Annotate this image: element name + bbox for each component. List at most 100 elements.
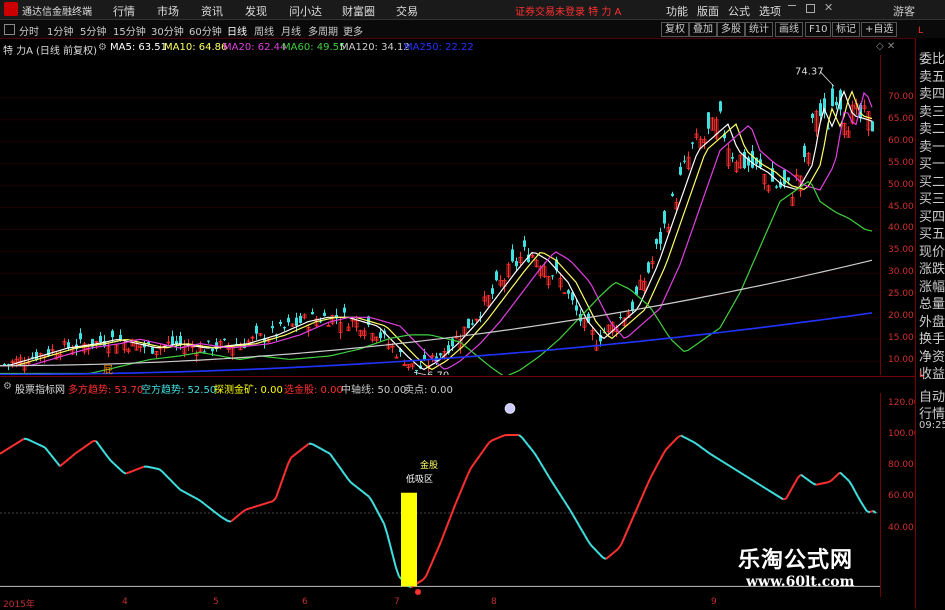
chart-collapse-icon[interactable]: ◇ ✕ bbox=[876, 41, 895, 52]
ma-line bbox=[0, 92, 872, 370]
trend-segment bbox=[105, 453, 108, 457]
quote-field[interactable]: 外盘 bbox=[919, 311, 945, 330]
candle-body bbox=[775, 186, 778, 187]
period-weekly[interactable]: 周线 bbox=[254, 23, 274, 38]
trend-segment bbox=[3, 450, 6, 452]
period-60min[interactable]: 60分钟 bbox=[189, 23, 222, 38]
indicator-settings-icon[interactable]: ⚙ bbox=[3, 381, 12, 392]
quote-field[interactable]: 卖四 bbox=[919, 83, 945, 102]
quote-field[interactable]: 总量 bbox=[919, 293, 945, 312]
maximize-icon[interactable] bbox=[806, 4, 815, 13]
guest-badge[interactable]: 游客 bbox=[893, 3, 915, 19]
btn-zixuan[interactable]: +自选 bbox=[861, 22, 897, 37]
trend-segment bbox=[42, 446, 45, 447]
period-monthly[interactable]: 月线 bbox=[281, 23, 301, 38]
trend-segment bbox=[678, 436, 681, 438]
trend-segment bbox=[168, 477, 171, 480]
trend-segment bbox=[729, 466, 732, 468]
quote-field[interactable]: 现价 bbox=[919, 241, 945, 260]
trend-segment bbox=[249, 508, 252, 509]
menu-wenxiaoda[interactable]: 问小达 bbox=[289, 3, 322, 19]
quote-field[interactable]: 换手 bbox=[919, 328, 945, 347]
menu-gongneng[interactable]: 功能 bbox=[666, 3, 688, 19]
menu-jiaoyi[interactable]: 交易 bbox=[396, 3, 418, 19]
btn-duogu[interactable]: 多股 bbox=[717, 22, 745, 37]
candle-body bbox=[511, 249, 514, 261]
trend-segment bbox=[528, 445, 531, 449]
quote-field[interactable]: 买二 bbox=[919, 171, 945, 190]
trend-segment bbox=[624, 531, 627, 538]
period-15min[interactable]: 15分钟 bbox=[113, 23, 146, 38]
period-fenshi[interactable]: 分时 bbox=[19, 23, 39, 38]
period-5min[interactable]: 5分钟 bbox=[80, 23, 106, 38]
btn-diejia[interactable]: 叠加 bbox=[689, 22, 717, 37]
close-icon[interactable]: ✕ bbox=[824, 1, 833, 14]
btn-f10[interactable]: F10 bbox=[805, 22, 831, 37]
trend-segment bbox=[180, 490, 183, 492]
menu-xuanxiang[interactable]: 选项 bbox=[759, 3, 781, 19]
trend-segment bbox=[747, 477, 750, 479]
trend-segment bbox=[54, 459, 57, 463]
x-label: 6 bbox=[302, 597, 308, 607]
menu-banmian[interactable]: 版面 bbox=[697, 3, 719, 19]
menu-caifuquan[interactable]: 财富圈 bbox=[342, 3, 375, 19]
period-30min[interactable]: 30分钟 bbox=[151, 23, 184, 38]
quote-field[interactable]: 卖一 bbox=[919, 136, 945, 155]
quote-side-panel: L 委比卖五卖四卖三卖二卖一买一买二买三买四买五现价涨跌涨幅总量外盘换手净资收益… bbox=[915, 38, 945, 609]
menu-shichang[interactable]: 市场 bbox=[157, 3, 179, 19]
btn-huaxian[interactable]: 画线 bbox=[775, 22, 803, 37]
quote-field[interactable]: 买三 bbox=[919, 188, 945, 207]
trend-segment bbox=[129, 471, 132, 472]
trend-segment bbox=[687, 439, 690, 441]
trend-segment bbox=[72, 454, 75, 456]
trend-segment bbox=[90, 441, 93, 443]
quote-field[interactable]: 涨跌 bbox=[919, 258, 945, 277]
quote-field[interactable]: 买五 bbox=[919, 223, 945, 242]
quote-field[interactable]: 卖三 bbox=[919, 101, 945, 120]
toolbar-grid-icon[interactable] bbox=[4, 24, 15, 35]
candle-body bbox=[567, 290, 570, 293]
candle-body bbox=[743, 152, 746, 168]
btn-tongji[interactable]: 统计 bbox=[745, 22, 773, 37]
trend-segment bbox=[789, 488, 792, 493]
trend-segment bbox=[174, 484, 177, 487]
period-1min[interactable]: 1分钟 bbox=[47, 23, 73, 38]
quote-field[interactable]: 涨幅 bbox=[919, 276, 945, 295]
quote-field[interactable]: 卖二 bbox=[919, 118, 945, 137]
candle-body bbox=[491, 288, 494, 294]
minimize-icon[interactable] bbox=[788, 5, 796, 8]
login-alert[interactable]: 证券交易未登录 特 力 A bbox=[515, 3, 621, 18]
candle-body bbox=[811, 114, 814, 118]
quote-field[interactable]: 卖五 bbox=[919, 66, 945, 85]
trend-segment bbox=[324, 450, 327, 452]
trend-segment bbox=[522, 437, 525, 441]
quote-field[interactable]: 买四 bbox=[919, 206, 945, 225]
menu-hangqing[interactable]: 行情 bbox=[113, 3, 135, 19]
price-tick: 20.00 bbox=[888, 311, 914, 321]
candle-body bbox=[299, 316, 302, 323]
menu-gongshi[interactable]: 公式 bbox=[728, 3, 750, 19]
trend-segment bbox=[675, 437, 678, 440]
menu-faxian[interactable]: 发现 bbox=[245, 3, 267, 19]
trend-segment bbox=[597, 551, 600, 554]
period-more[interactable]: 更多 bbox=[343, 23, 363, 38]
trend-segment bbox=[639, 497, 642, 504]
trend-segment bbox=[201, 501, 204, 503]
btn-fuquan[interactable]: 复权 bbox=[661, 22, 689, 37]
trend-segment bbox=[162, 471, 165, 474]
quote-field[interactable]: 买一 bbox=[919, 153, 945, 172]
quote-field[interactable]: 委比 bbox=[919, 48, 945, 67]
price-chart[interactable]: 74.376.70屁 bbox=[0, 55, 880, 375]
trend-segment bbox=[186, 493, 189, 495]
btn-biaoji[interactable]: 标记 bbox=[832, 22, 860, 37]
period-daily[interactable]: 日线 bbox=[227, 23, 247, 38]
menu-zixun[interactable]: 资讯 bbox=[201, 3, 223, 19]
trend-segment bbox=[252, 507, 255, 508]
panel-bottom-item[interactable]: 09:25 bbox=[919, 420, 945, 431]
trend-segment bbox=[807, 479, 810, 481]
quote-field[interactable]: 净资 bbox=[919, 346, 945, 365]
trend-segment bbox=[711, 454, 714, 456]
trend-segment bbox=[462, 481, 465, 488]
ma-settings-icon[interactable]: ⚙ bbox=[98, 42, 107, 53]
period-multi[interactable]: 多周期 bbox=[308, 23, 338, 38]
